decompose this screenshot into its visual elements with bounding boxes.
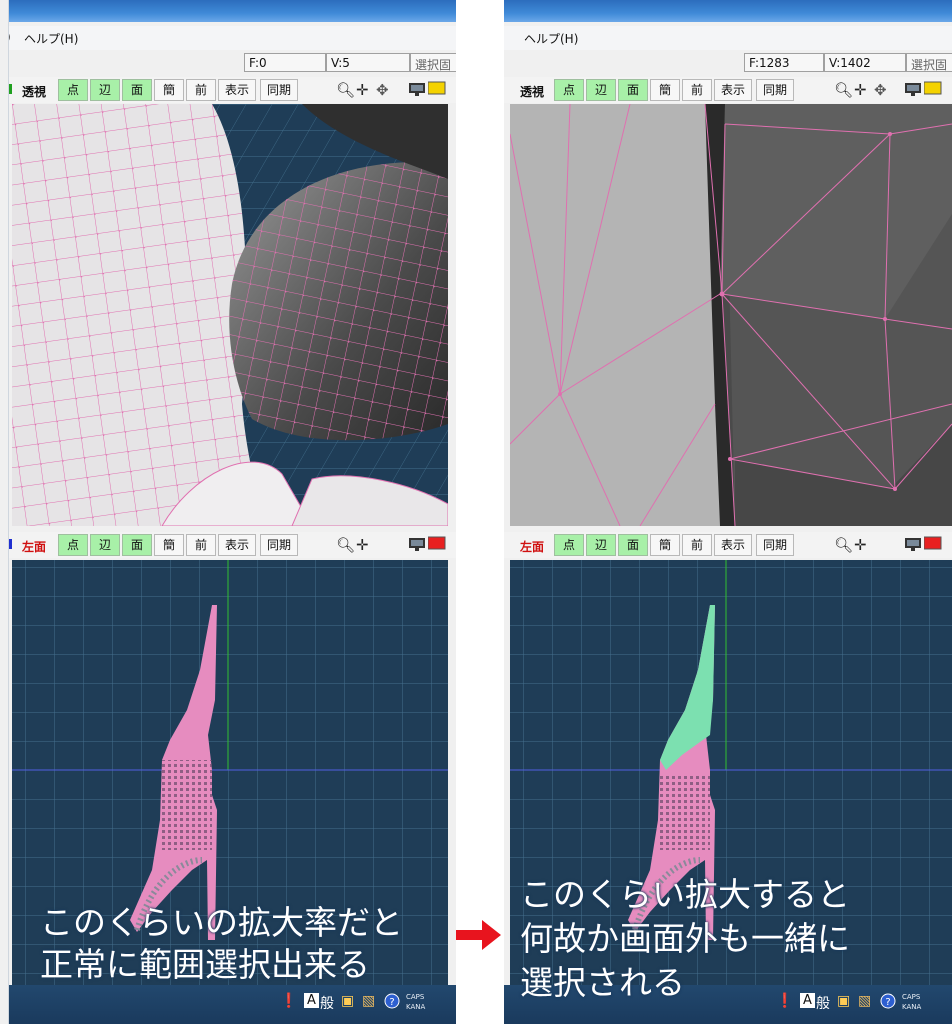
status-bar: F:0 V:5 選択固 xyxy=(8,52,456,74)
ime-mode[interactable]: 般 xyxy=(816,993,830,1013)
monitor-icon[interactable] xyxy=(904,81,922,99)
rotate-icon[interactable]: ✥ xyxy=(376,81,389,99)
display-button[interactable]: 表示 xyxy=(714,534,752,556)
svg-text:?: ? xyxy=(885,997,890,1008)
caption-line-2: 何故か画面外も一緒に xyxy=(520,919,850,958)
edge-mode-button[interactable]: 辺 xyxy=(586,79,616,101)
face-mode-button[interactable]: 面 xyxy=(618,79,648,101)
view-label: 左面 xyxy=(520,540,545,554)
caption-line-1: このくらいの拡大率だと xyxy=(40,903,403,942)
sync-button[interactable]: 同期 xyxy=(260,79,298,101)
simple-button[interactable]: 簡 xyxy=(650,534,680,556)
color-swatch-icon[interactable] xyxy=(427,536,446,554)
ime-tool-icon[interactable]: ▣ xyxy=(341,993,354,1009)
menu-item-help[interactable]: ヘルプ(H) xyxy=(524,30,578,47)
perspective-viewport[interactable] xyxy=(12,104,448,526)
monitor-icon[interactable] xyxy=(408,81,426,99)
gap xyxy=(456,0,504,1024)
ime-tool-icon[interactable]: ▣ xyxy=(837,993,850,1009)
status-bar: F:1283 V:1402 選択固 xyxy=(504,52,952,74)
sync-button[interactable]: 同期 xyxy=(756,534,794,556)
face-count: F:0 xyxy=(244,53,326,72)
move-icon[interactable]: ✛ xyxy=(356,81,369,99)
select-lock[interactable]: 選択固 xyxy=(410,53,456,72)
caps-indicator: CAPS xyxy=(902,993,921,1001)
zoom-icon[interactable]: 🔍︎ xyxy=(336,536,355,554)
vertex-count: V:1402 xyxy=(824,53,906,72)
simple-button[interactable]: 簡 xyxy=(650,79,680,101)
edge-mode-button[interactable]: 辺 xyxy=(90,79,120,101)
right-window: ヘルプ(H) F:1283 V:1402 選択固 透視 点 辺 面 簡 前 表示… xyxy=(504,0,952,1024)
point-mode-button[interactable]: 点 xyxy=(58,534,88,556)
display-button[interactable]: 表示 xyxy=(218,79,256,101)
face-mode-button[interactable]: 面 xyxy=(122,79,152,101)
zoom-icon[interactable]: 🔍︎ xyxy=(834,81,853,99)
svg-text:?: ? xyxy=(389,997,394,1008)
ime-mode-a[interactable]: A xyxy=(800,993,815,1008)
perspective-toolbar: 透視 点 辺 面 簡 前 表示 同期 🔍︎ ✛ ✥ xyxy=(504,77,952,103)
front-button[interactable]: 前 xyxy=(186,534,216,556)
color-swatch-icon[interactable] xyxy=(923,81,942,99)
front-button[interactable]: 前 xyxy=(682,534,712,556)
face-mode-button[interactable]: 面 xyxy=(122,534,152,556)
front-button[interactable]: 前 xyxy=(682,79,712,101)
help-icon[interactable]: ? xyxy=(384,993,400,1013)
perspective-viewport[interactable] xyxy=(510,104,952,526)
left-window-edge xyxy=(0,0,9,1024)
view-label: 透視 xyxy=(520,85,545,99)
title-bar xyxy=(8,0,456,22)
warning-icon[interactable]: ❗ xyxy=(280,993,297,1009)
display-button[interactable]: 表示 xyxy=(218,534,256,556)
simple-button[interactable]: 簡 xyxy=(154,534,184,556)
side-view-toolbar: 左面 点 辺 面 簡 前 表示 同期 🔍︎ ✛ xyxy=(8,532,456,558)
taskbar: ❗ A 般 ▣ ▧ ? CAPS KANA xyxy=(8,985,456,1024)
move-icon[interactable]: ✛ xyxy=(854,81,867,99)
menu-item-help[interactable]: ヘルプ(H) xyxy=(24,30,78,47)
side-view-toolbar: 左面 点 辺 面 簡 前 表示 同期 🔍︎ ✛ xyxy=(504,532,952,558)
kana-indicator: KANA xyxy=(902,1003,922,1011)
caption-line-1: このくらい拡大すると xyxy=(520,875,850,914)
left-window: ) ヘルプ(H) F:0 V:5 選択固 透視 点 辺 面 簡 前 表示 同期 … xyxy=(8,0,456,1024)
menu-bar: ヘルプ(H) xyxy=(504,26,952,50)
move-icon[interactable]: ✛ xyxy=(854,536,867,554)
package-icon[interactable]: ▧ xyxy=(362,993,375,1009)
caption-line-3: 選択される xyxy=(520,963,685,1002)
point-mode-button[interactable]: 点 xyxy=(58,79,88,101)
sync-button[interactable]: 同期 xyxy=(260,534,298,556)
view-label: 透視 xyxy=(22,85,47,99)
display-button[interactable]: 表示 xyxy=(714,79,752,101)
color-swatch-icon[interactable] xyxy=(427,81,446,99)
ime-mode[interactable]: 般 xyxy=(320,993,334,1013)
simple-button[interactable]: 簡 xyxy=(154,79,184,101)
vertex-count: V:5 xyxy=(326,53,410,72)
warning-icon[interactable]: ❗ xyxy=(776,993,793,1009)
caps-indicator: CAPS xyxy=(406,993,425,1001)
arrow-right-icon xyxy=(456,920,501,950)
monitor-icon[interactable] xyxy=(904,536,922,554)
point-mode-button[interactable]: 点 xyxy=(554,79,584,101)
ime-mode-a[interactable]: A xyxy=(304,993,319,1008)
rotate-icon[interactable]: ✥ xyxy=(874,81,887,99)
face-mode-button[interactable]: 面 xyxy=(618,534,648,556)
perspective-toolbar: 透視 点 辺 面 簡 前 表示 同期 🔍︎ ✛ ✥ xyxy=(8,77,456,103)
title-bar xyxy=(504,0,952,22)
package-icon[interactable]: ▧ xyxy=(858,993,871,1009)
caption-line-2: 正常に範囲選択出来る xyxy=(40,945,370,984)
move-icon[interactable]: ✛ xyxy=(356,536,369,554)
monitor-icon[interactable] xyxy=(408,536,426,554)
menu-bar: ) ヘルプ(H) xyxy=(8,26,456,50)
point-mode-button[interactable]: 点 xyxy=(554,534,584,556)
front-button[interactable]: 前 xyxy=(186,79,216,101)
face-count: F:1283 xyxy=(744,53,824,72)
edge-mode-button[interactable]: 辺 xyxy=(90,534,120,556)
view-label: 左面 xyxy=(22,540,47,554)
kana-indicator: KANA xyxy=(406,1003,426,1011)
edge-mode-button[interactable]: 辺 xyxy=(586,534,616,556)
help-icon[interactable]: ? xyxy=(880,993,896,1013)
select-lock[interactable]: 選択固 xyxy=(906,53,952,72)
sync-button[interactable]: 同期 xyxy=(756,79,794,101)
zoom-icon[interactable]: 🔍︎ xyxy=(336,81,355,99)
color-swatch-icon[interactable] xyxy=(923,536,942,554)
zoom-icon[interactable]: 🔍︎ xyxy=(834,536,853,554)
